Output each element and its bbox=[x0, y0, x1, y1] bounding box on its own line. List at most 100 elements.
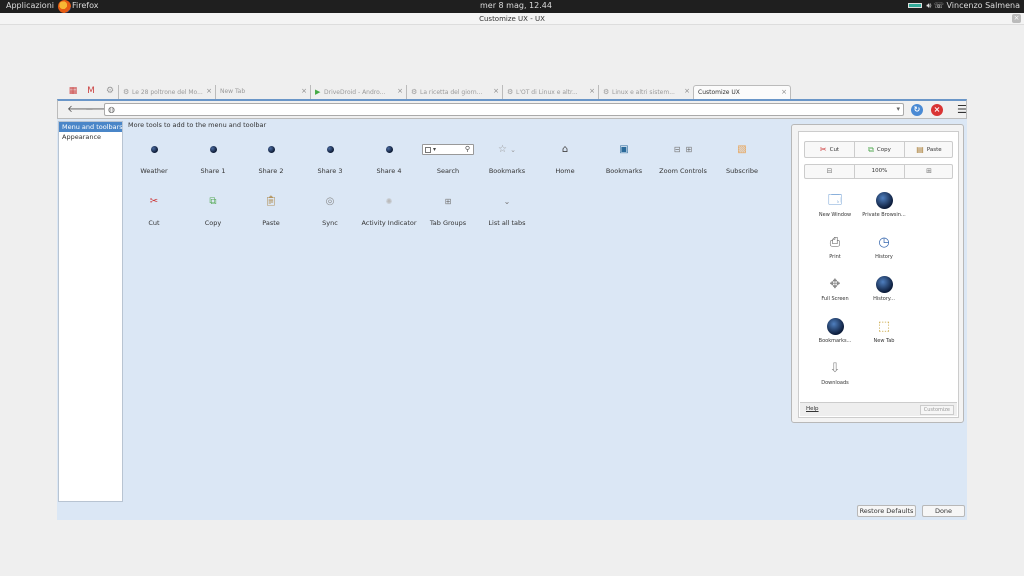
sidebar-item-appearance[interactable]: Appearance bbox=[59, 132, 122, 142]
tab-label: Linux e altri sistem... bbox=[612, 89, 675, 96]
settings-icon: ⚙ bbox=[123, 88, 130, 96]
palette-item-copy[interactable]: ⧉ Copy bbox=[184, 195, 242, 227]
panel-item-print[interactable]: ⎙ Print bbox=[812, 234, 858, 260]
palette-item-tab-groups[interactable]: ⊞ Tab Groups bbox=[419, 195, 477, 227]
palette-item-share-1[interactable]: Share 1 bbox=[184, 143, 242, 175]
panel-item-new-window[interactable]: 🗔︎ New Window bbox=[812, 192, 858, 218]
tab-close-icon[interactable]: × bbox=[301, 87, 307, 95]
panel-item-history[interactable]: ◷ History bbox=[861, 234, 907, 260]
zoom-reset-button[interactable]: 100% bbox=[855, 165, 905, 178]
url-bar[interactable]: ◍ ▾ bbox=[104, 103, 904, 116]
tab-close-icon[interactable]: × bbox=[684, 87, 690, 95]
play-store-icon: ▶ bbox=[315, 88, 321, 96]
sidebar-item-menu-and-toolbars[interactable]: Menu and toolbars bbox=[59, 122, 123, 132]
palette-item-share-3[interactable]: Share 3 bbox=[301, 143, 359, 175]
palette-item-label: Share 4 bbox=[376, 167, 402, 175]
panel-item-label: History bbox=[875, 254, 893, 260]
palette-item-sync[interactable]: ◎ Sync bbox=[301, 195, 359, 227]
palette-item-label: Share 3 bbox=[317, 167, 343, 175]
tab[interactable]: ▶ DriveDroid - Andro... × bbox=[310, 85, 406, 99]
palette-item-paste[interactable]: 📋︎ Paste bbox=[242, 195, 300, 227]
tab[interactable]: ⚙ Le 28 poltrone del Mo... × bbox=[118, 85, 215, 99]
palette-item-list-all-tabs[interactable]: ⌄ List all tabs bbox=[478, 195, 536, 227]
user-name[interactable]: Vincenzo Salmena bbox=[946, 1, 1020, 10]
cut-button[interactable]: ✂ Cut bbox=[805, 142, 855, 157]
edit-controls: ✂ Cut ⧉ Copy ▤ Paste bbox=[804, 141, 953, 158]
tab-close-icon[interactable]: × bbox=[206, 87, 212, 95]
panel-item-new-tab[interactable]: ⬚ New Tab bbox=[861, 318, 907, 344]
panel-item-label: Bookmarks... bbox=[818, 338, 852, 344]
history-globe-icon bbox=[875, 276, 893, 293]
help-link[interactable]: Help bbox=[806, 406, 819, 412]
window-close-icon[interactable]: × bbox=[1012, 14, 1021, 23]
chevron-down-icon: ⌄ bbox=[510, 146, 517, 154]
app-menu-firefox[interactable]: Firefox bbox=[72, 1, 98, 10]
palette-item-bookmarks-menu[interactable]: ▣ Bookmarks bbox=[595, 143, 653, 175]
tab-active[interactable]: Customize UX × bbox=[693, 85, 791, 99]
palette-item-share-2[interactable]: Share 2 bbox=[242, 143, 300, 175]
palette-item-share-4[interactable]: Share 4 bbox=[360, 143, 418, 175]
panel-item-bookmarks-menu[interactable]: Bookmarks... bbox=[812, 318, 858, 344]
panel-item-label: Private Browsin... bbox=[862, 212, 906, 218]
tab-close-icon[interactable]: × bbox=[781, 88, 787, 96]
palette-item-home[interactable]: ⌂ Home bbox=[536, 143, 594, 175]
tab[interactable]: New Tab × bbox=[215, 85, 310, 99]
panel-item-private-browsing[interactable]: Private Browsin... bbox=[861, 192, 907, 218]
scissors-icon: ✂ bbox=[819, 145, 827, 154]
palette-item-cut[interactable]: ✂ Cut bbox=[125, 195, 183, 227]
paste-label: Paste bbox=[926, 147, 942, 153]
tab-close-icon[interactable]: × bbox=[397, 87, 403, 95]
palette-item-search[interactable]: ▾ ⚲ Search bbox=[419, 143, 477, 175]
palette-item-label: Tab Groups bbox=[429, 219, 467, 227]
menu-panel-footer: Help Customize bbox=[800, 402, 957, 416]
palette-item-bookmarks-star[interactable]: ☆ ⌄ Bookmarks bbox=[478, 143, 536, 175]
panel-item-label: Full Screen bbox=[821, 296, 849, 302]
settings-icon: ⚙ bbox=[411, 88, 418, 96]
pinned-tab-settings-icon[interactable]: ⚙ bbox=[104, 86, 116, 96]
settings-icon: ⚙ bbox=[507, 88, 514, 96]
tab-label: L'OT di Linux e altr... bbox=[516, 89, 578, 96]
tab[interactable]: ⚙ L'OT di Linux e altr... × bbox=[502, 85, 598, 99]
pinned-tab-grid-icon[interactable]: ▦ bbox=[67, 86, 79, 96]
customize-button[interactable]: Customize bbox=[919, 405, 954, 415]
palette-item-zoom-controls[interactable]: ⊟ ⊞ Zoom Controls bbox=[654, 143, 712, 175]
private-browsing-icon bbox=[875, 192, 893, 209]
tab-label: La ricetta del giorn... bbox=[420, 89, 483, 96]
reload-button[interactable]: ↻ bbox=[911, 104, 923, 116]
done-button[interactable]: Done bbox=[922, 505, 965, 517]
palette-item-label: Search bbox=[436, 167, 460, 175]
panel-item-label: Print bbox=[829, 254, 841, 260]
palette-title: More tools to add to the menu and toolba… bbox=[128, 121, 267, 129]
palette-item-activity-indicator[interactable]: ✺ Activity Indicator bbox=[360, 195, 418, 227]
paste-button[interactable]: ▤ Paste bbox=[905, 142, 953, 157]
restore-defaults-button[interactable]: Restore Defaults bbox=[857, 505, 916, 517]
panel-item-label: New Tab bbox=[873, 338, 895, 344]
tab-label: Customize UX bbox=[698, 89, 740, 96]
tab-close-icon[interactable]: × bbox=[589, 87, 595, 95]
customize-sidebar: Menu and toolbars Appearance bbox=[58, 121, 123, 502]
status-area[interactable]: 🔊︎ ☏ Vincenzo Salmena bbox=[908, 1, 1020, 11]
paste-icon: 📋︎ bbox=[264, 196, 278, 207]
site-identity-icon[interactable]: ◍ bbox=[108, 105, 115, 114]
copy-icon: ⧉ bbox=[868, 145, 874, 154]
palette-item-subscribe[interactable]: ▧ Subscribe bbox=[713, 143, 771, 175]
tab-close-icon[interactable]: × bbox=[493, 87, 499, 95]
palette-item-label: Copy bbox=[204, 219, 222, 227]
history-dropdown-icon[interactable]: ▾ bbox=[896, 105, 900, 113]
applications-menu[interactable]: Applicazioni bbox=[6, 1, 54, 10]
copy-button[interactable]: ⧉ Copy bbox=[855, 142, 905, 157]
menu-button[interactable]: ☰ bbox=[957, 103, 967, 117]
zoom-in-button[interactable]: ⊞ bbox=[905, 165, 953, 178]
search-box-icon: ▾ ⚲ bbox=[422, 143, 474, 155]
stop-button[interactable]: × bbox=[931, 104, 943, 116]
panel-item-downloads[interactable]: ⇩ Downloads bbox=[812, 360, 858, 386]
clock[interactable]: mer 8 mag, 12.44 bbox=[480, 1, 552, 10]
pinned-tab-gmail-icon[interactable]: M bbox=[85, 86, 97, 96]
tab[interactable]: ⚙ La ricetta del giorn... × bbox=[406, 85, 502, 99]
tab[interactable]: ⚙ Linux e altri sistem... × bbox=[598, 85, 693, 99]
palette-item-weather[interactable]: Weather bbox=[125, 143, 183, 175]
panel-item-full-screen[interactable]: ✥ Full Screen bbox=[812, 276, 858, 302]
panel-item-label: Downloads bbox=[821, 380, 849, 386]
zoom-out-button[interactable]: ⊟ bbox=[805, 165, 855, 178]
panel-item-history-menu[interactable]: History... bbox=[861, 276, 907, 302]
